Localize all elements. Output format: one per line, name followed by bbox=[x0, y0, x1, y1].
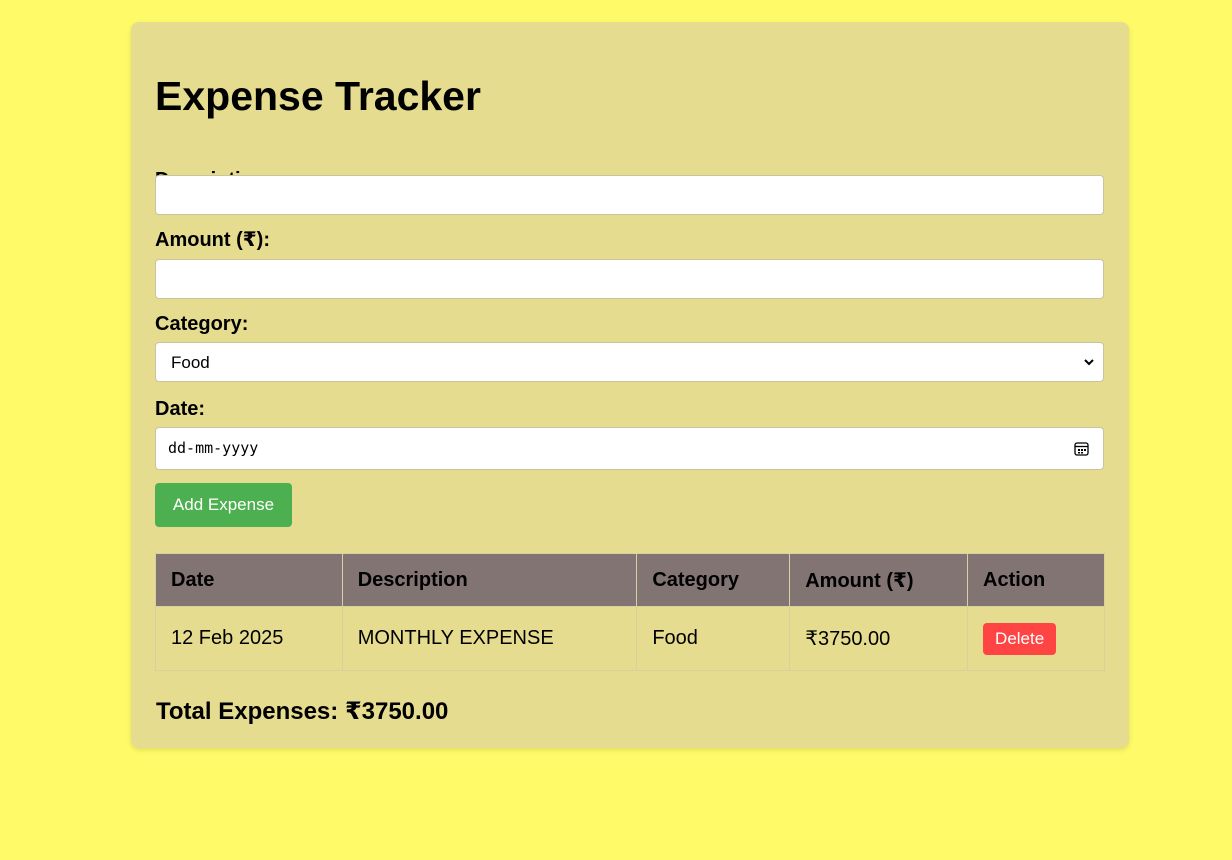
page-title: Expense Tracker bbox=[155, 73, 481, 119]
total-expenses: Total Expenses: ₹3750.00 bbox=[156, 698, 449, 725]
cell-amount: ₹3750.00 bbox=[789, 606, 969, 671]
column-header-description: Description bbox=[341, 553, 638, 607]
date-input[interactable]: dd-mm-yyyy bbox=[155, 427, 1104, 470]
cell-category: Food bbox=[636, 606, 791, 671]
table-header-row: Date Description Category Amount (₹) Act… bbox=[155, 553, 1105, 607]
calendar-icon[interactable] bbox=[1074, 441, 1089, 456]
amount-field[interactable] bbox=[155, 259, 1104, 299]
table-row: 12 Feb 2025 MONTHLY EXPENSE Food ₹3750.0… bbox=[155, 606, 1105, 671]
column-header-action: Action bbox=[967, 553, 1105, 607]
expense-table: Date Description Category Amount (₹) Act… bbox=[155, 553, 1105, 671]
delete-button[interactable]: Delete bbox=[983, 622, 1057, 655]
column-header-category: Category bbox=[636, 553, 791, 607]
description-field[interactable] bbox=[155, 175, 1104, 215]
add-expense-button[interactable]: Add Expense bbox=[155, 483, 292, 527]
column-header-amount: Amount (₹) bbox=[789, 553, 969, 607]
category-label: Category: bbox=[155, 313, 249, 335]
amount-input[interactable] bbox=[156, 260, 1103, 298]
category-select[interactable]: Food bbox=[155, 342, 1104, 382]
date-label: Date: bbox=[155, 398, 206, 420]
expense-tracker-card: Expense Tracker Description: Amount (₹):… bbox=[131, 22, 1129, 748]
cell-action: Delete bbox=[967, 606, 1105, 671]
column-header-date: Date bbox=[155, 553, 343, 607]
description-input[interactable] bbox=[156, 176, 1103, 214]
chevron-down-icon bbox=[1084, 359, 1094, 366]
cell-description: MONTHLY EXPENSE bbox=[341, 606, 638, 671]
amount-label: Amount (₹): bbox=[155, 229, 270, 251]
cell-date: 12 Feb 2025 bbox=[155, 606, 343, 671]
date-placeholder: dd-mm-yyyy bbox=[168, 439, 259, 457]
category-selected-value: Food bbox=[171, 353, 210, 372]
